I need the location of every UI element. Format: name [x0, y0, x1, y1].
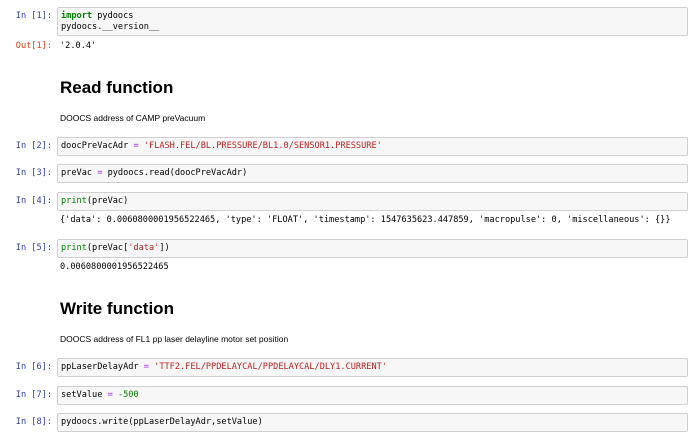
- code-cell-2-line: doocPreVacAdr = 'FLASH.FEL/BL.PRESSURE/B…: [61, 141, 382, 152]
- builtin-function: print: [61, 243, 87, 253]
- variable-name: setValue: [61, 390, 103, 400]
- code-cell-6-line: ppLaserDelayAdr = 'TTF2.FEL/PPDELAYCAL/P…: [61, 362, 387, 373]
- markdown-read-description: DOOCS address of CAMP preVacuum: [60, 113, 206, 123]
- variable-name: ppLaserDelayAdr: [61, 362, 139, 372]
- heading-write-function: Write function: [60, 299, 174, 318]
- out-5-value: 0.0060800001956522465: [60, 262, 169, 272]
- cell-3-prompt: In [3]:: [15, 168, 52, 178]
- string-literal: 'FLASH.FEL/BL.PRESSURE/BL1.0/SENSOR1.PRE…: [143, 141, 382, 151]
- cell-5-prompt: In [5]:: [15, 243, 52, 253]
- code-cell-4[interactable]: [57, 192, 688, 211]
- code-cell-5-line: print(preVac['data']): [61, 243, 170, 254]
- cell-7-prompt: In [7]:: [15, 390, 52, 400]
- heading-read-function: Read function: [60, 78, 174, 97]
- code-text: (preVac[: [86, 243, 129, 253]
- markdown-write-description: DOOCS address of FL1 pp laser delayline …: [60, 334, 289, 344]
- out-1-value: '2.0.4': [60, 41, 97, 51]
- cell-2-prompt: In [2]:: [15, 141, 52, 151]
- code-cell-8-line: pydoocs.write(ppLaserDelayAdr,setValue): [61, 417, 263, 427]
- out-4-value: {'data': 0.0060800001956522465, 'type': …: [60, 215, 671, 225]
- code-cell-1-line-1: import pydoocs: [61, 11, 133, 22]
- code-cell-1-line-2: pydoocs.__version__: [61, 22, 160, 32]
- operator: =: [102, 390, 118, 400]
- builtin-function: print: [61, 196, 87, 206]
- code-text: pydoocs.read(doocPreVacAdr): [102, 168, 248, 178]
- operator: =: [128, 141, 144, 151]
- cell-1-prompt: In [1]:: [15, 11, 52, 21]
- cell-8-prompt: In [8]:: [15, 417, 52, 427]
- operator: =: [138, 362, 155, 372]
- string-literal: 'data': [128, 243, 160, 253]
- code-cell-7[interactable]: [57, 386, 688, 405]
- import-module: pydoocs: [92, 11, 134, 21]
- string-literal: 'TTF2.FEL/PPDELAYCAL/PPDELAYCAL/DLY1.CUR…: [154, 362, 387, 372]
- code-text: preVac: [61, 168, 98, 178]
- cell-6-prompt: In [6]:: [15, 362, 52, 372]
- variable-name: doocPreVacAdr: [61, 141, 129, 151]
- out-1-prompt: Out[1]:: [15, 41, 52, 51]
- number-literal: -500: [117, 390, 139, 400]
- code-text: (preVac): [86, 196, 129, 206]
- code-cell-7-line: setValue = -500: [61, 390, 139, 401]
- code-cell-3-line: preVac = pydoocs.read(doocPreVacAdr): [61, 168, 247, 179]
- code-text: ]): [159, 243, 170, 253]
- import-keyword: import: [61, 11, 93, 21]
- code-cell-4-line: print(preVac): [61, 196, 128, 207]
- cell-4-prompt: In [4]:: [15, 196, 52, 206]
